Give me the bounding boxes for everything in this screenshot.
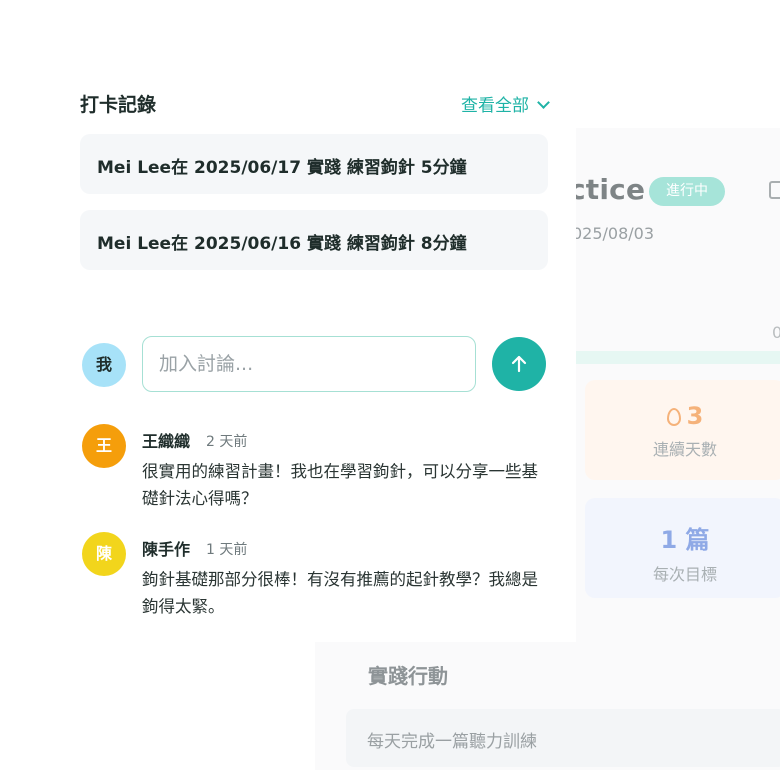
discussion-input[interactable] <box>142 336 476 392</box>
my-avatar: 我 <box>82 343 126 387</box>
status-badge: 進行中 <box>649 177 725 206</box>
send-button[interactable] <box>492 337 546 391</box>
comment-author: 陳手作 <box>142 540 191 559</box>
flame-icon <box>666 408 681 426</box>
streak-label: 連續天數 <box>652 440 717 459</box>
progress-bar <box>576 351 780 364</box>
checkin-record: Mei Lee在 2025/06/17 實踐 練習鉤針 5分鐘 <box>80 134 548 194</box>
chevron-down-icon <box>537 96 550 109</box>
practice-title: ctice <box>569 173 646 206</box>
view-all-label: 查看全部 <box>461 96 529 116</box>
edit-icon[interactable] <box>769 181 780 199</box>
streak-value: 3 <box>686 402 704 430</box>
streak-stat-card: 3 連續天數 <box>585 380 780 480</box>
checkin-title: 打卡記錄 <box>80 94 157 116</box>
goal-label: 每次目標 <box>652 565 717 584</box>
comment-time: 2 天前 <box>206 434 248 450</box>
goal-value: 1 篇 <box>660 526 710 554</box>
practice-action-item[interactable]: 每天完成一篇聽力訓練 <box>346 709 780 767</box>
checkin-header: 打卡記錄 查看全部 <box>80 90 550 116</box>
practice-actions-title: 實踐行動 <box>368 664 448 688</box>
practice-date: 025/08/03 <box>572 224 655 243</box>
progress-value: 0 <box>772 323 780 342</box>
comment-author: 王織織 <box>142 432 191 451</box>
comment-text: 很實用的練習計畫！我也在學習鉤針，可以分享一些基礎針法心得嗎？ <box>142 462 538 508</box>
view-all-button[interactable]: 查看全部 <box>461 91 550 116</box>
comment-time: 1 天前 <box>206 542 248 558</box>
arrow-up-icon <box>511 355 527 373</box>
checkin-record: Mei Lee在 2025/06/16 實踐 練習鉤針 8分鐘 <box>80 210 548 270</box>
avatar: 王 <box>82 424 126 468</box>
avatar: 陳 <box>82 532 126 576</box>
comment-text: 鉤針基礎那部分很棒！有沒有推薦的起針教學？我總是鉤得太緊。 <box>142 570 538 616</box>
goal-stat-card: 1 篇 每次目標 <box>585 498 780 598</box>
